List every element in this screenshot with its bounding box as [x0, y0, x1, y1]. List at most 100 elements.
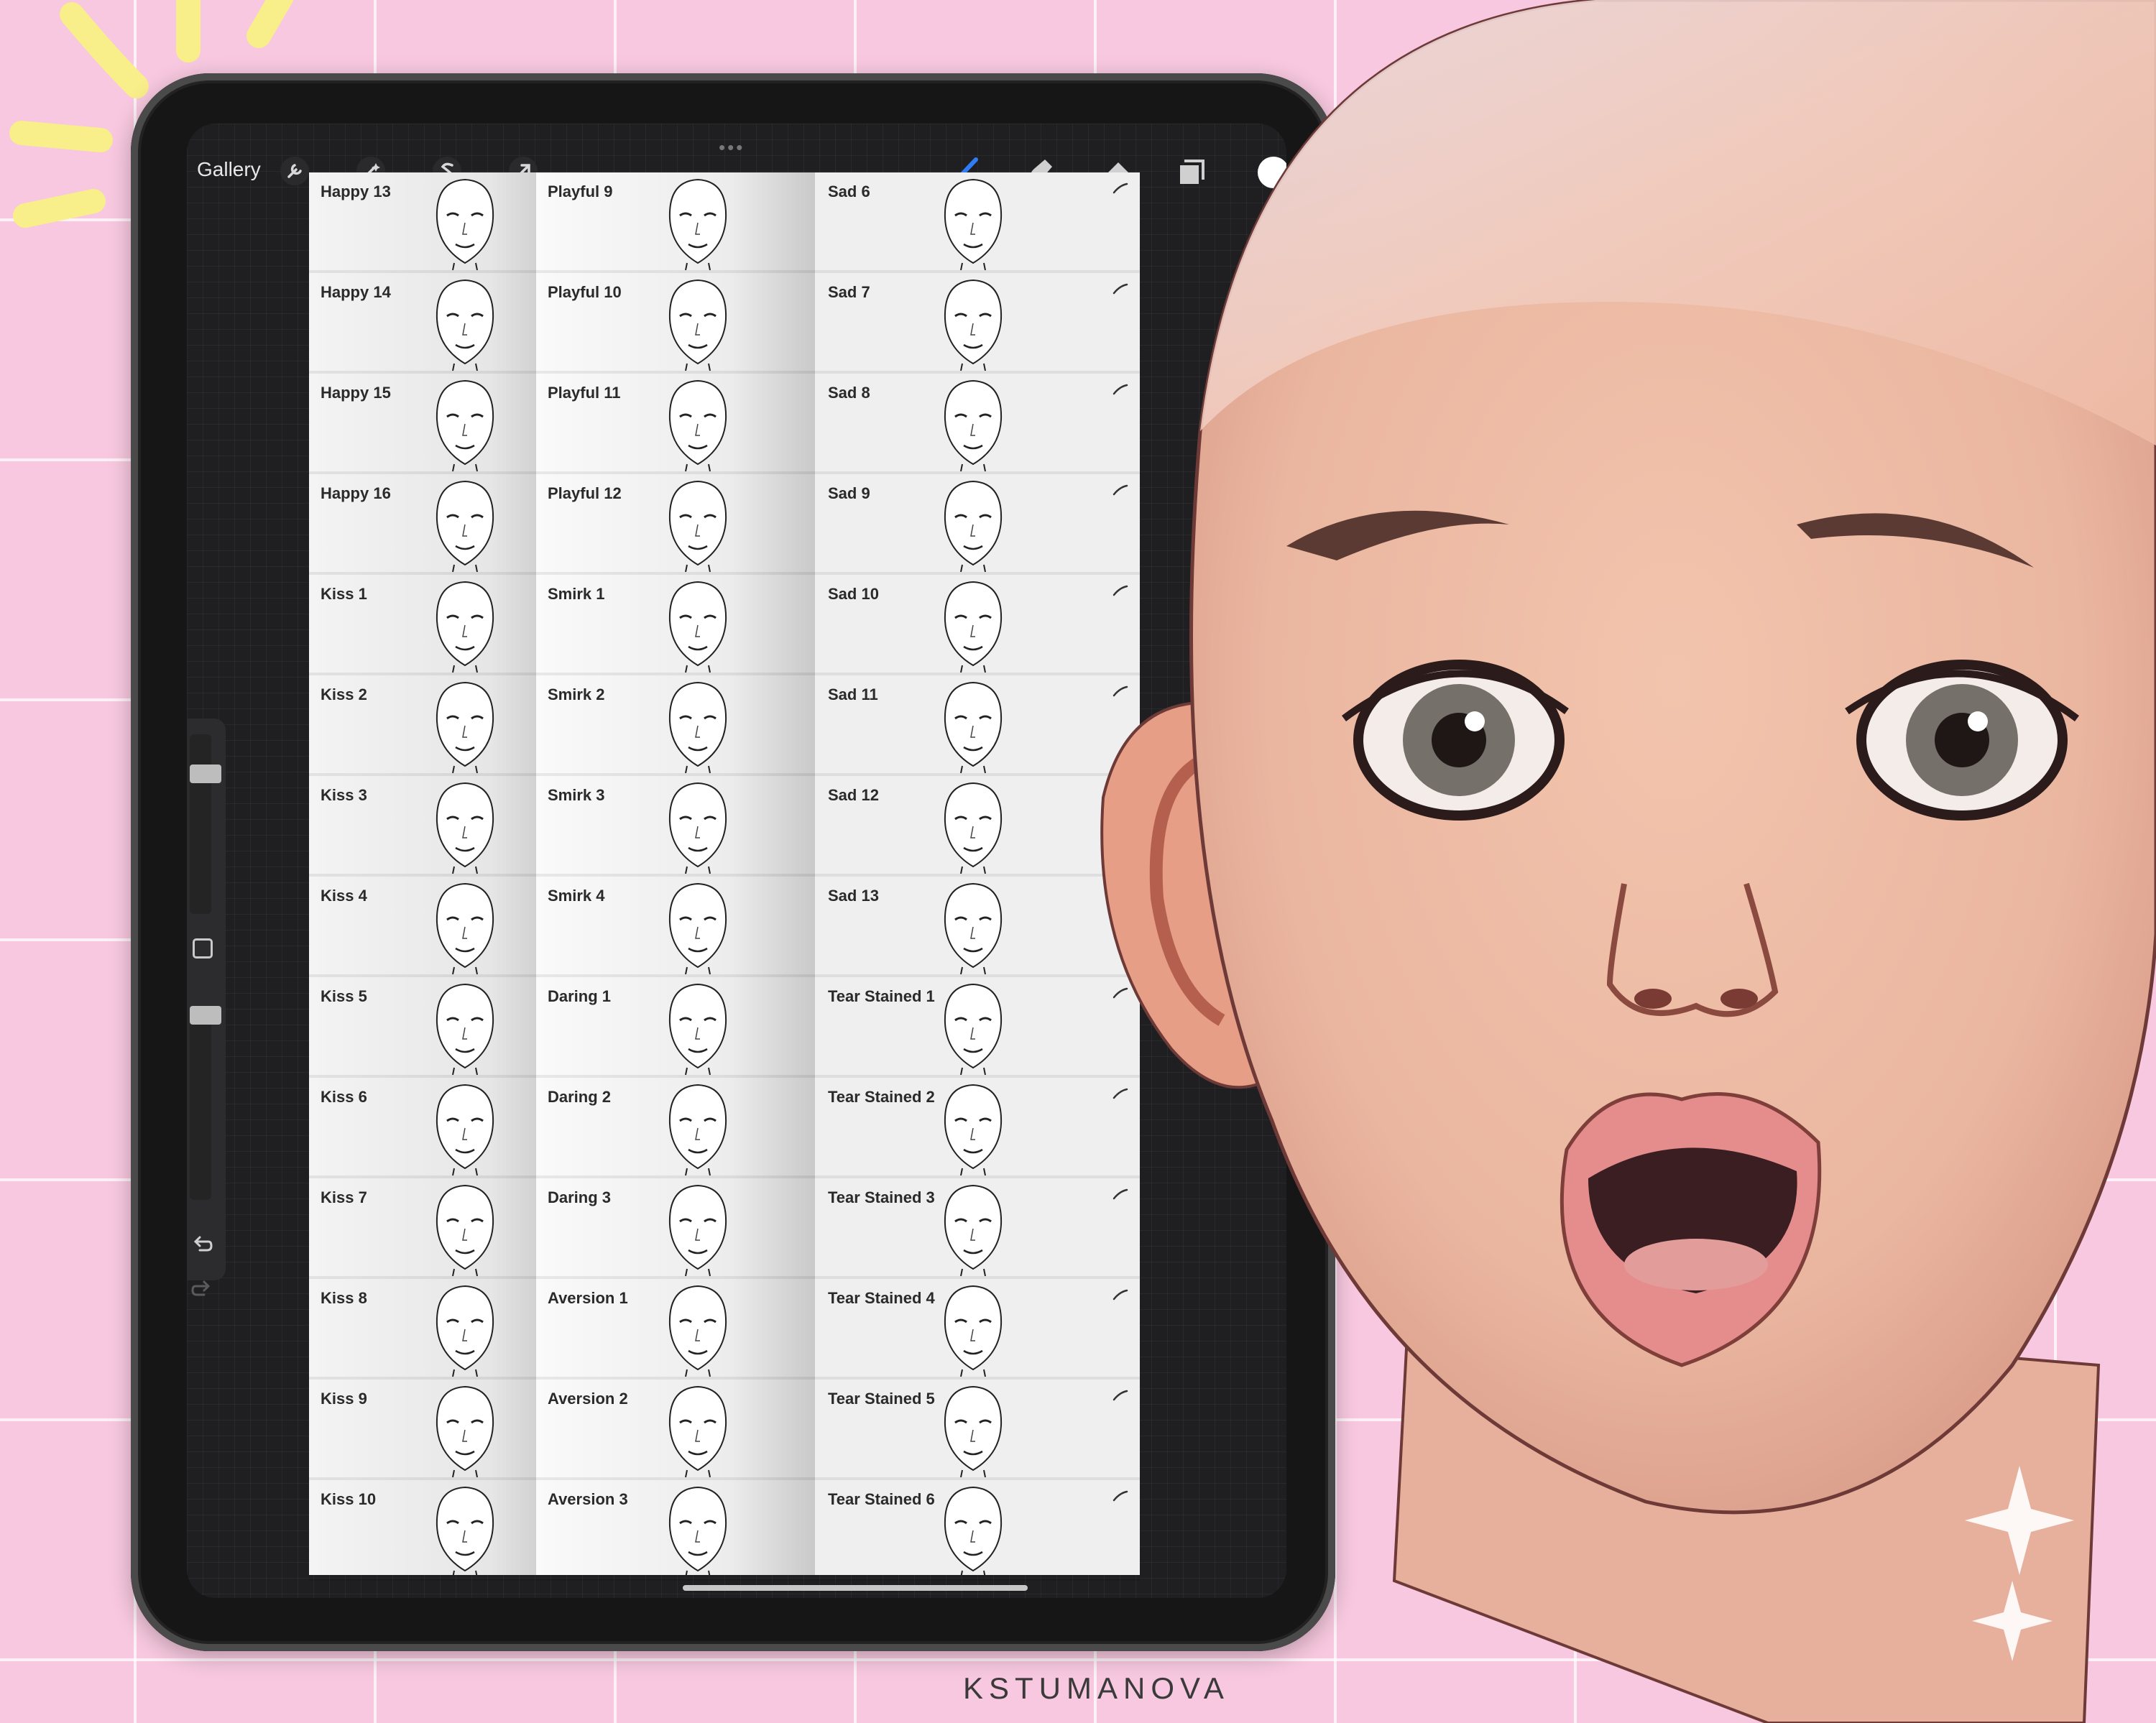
brush-cell[interactable]: Aversion 1 — [536, 1279, 815, 1380]
face-sketch-preview — [668, 882, 727, 974]
face-sketch-preview — [944, 882, 1003, 974]
brush-cell[interactable]: Kiss 3 — [309, 776, 536, 877]
face-sketch-preview — [668, 379, 727, 471]
brush-cell[interactable]: Happy 13 — [309, 172, 536, 273]
face-sketch-preview — [944, 379, 1003, 471]
face-sketch-preview — [944, 1184, 1003, 1276]
brush-name: Playful 10 — [548, 283, 622, 301]
face-sketch-preview — [436, 1184, 494, 1276]
face-sketch-preview — [668, 581, 727, 673]
face-sketch-preview — [944, 1285, 1003, 1377]
wrench-icon[interactable] — [279, 155, 310, 187]
brush-cell[interactable]: Kiss 5 — [309, 977, 536, 1078]
face-sketch-preview — [436, 1285, 494, 1377]
brush-name: Aversion 2 — [548, 1390, 628, 1408]
brush-name: Sad 9 — [828, 484, 870, 502]
surprised-face-illustration — [1100, 0, 2156, 1723]
brush-cell[interactable]: Kiss 2 — [309, 675, 536, 776]
brush-name: Kiss 1 — [321, 585, 367, 603]
brush-name: Daring 2 — [548, 1088, 612, 1106]
brush-column-2: Playful 9 Playful 10 Playful 11 Playful 12 S… — [536, 172, 815, 1581]
face-sketch-preview — [668, 1184, 727, 1276]
brush-name: Sad 6 — [828, 183, 870, 200]
face-sketch-preview — [944, 983, 1003, 1075]
brush-name: Kiss 7 — [321, 1188, 367, 1206]
brush-cell[interactable]: Playful 11 — [536, 374, 815, 474]
brush-name: Playful 11 — [548, 384, 621, 402]
face-sketch-preview — [944, 1385, 1003, 1477]
brush-cell[interactable]: Kiss 7 — [309, 1178, 536, 1279]
brush-cell[interactable]: Playful 9 — [536, 172, 815, 273]
brush-cell[interactable]: Smirk 3 — [536, 776, 815, 877]
brush-cell[interactable]: Daring 2 — [536, 1078, 815, 1178]
brush-cell[interactable]: Smirk 4 — [536, 877, 815, 977]
face-sketch-preview — [436, 681, 494, 773]
brush-name: Smirk 3 — [548, 786, 605, 804]
face-sketch-preview — [436, 983, 494, 1075]
face-sketch-preview — [668, 1486, 727, 1578]
brush-name: Kiss 9 — [321, 1390, 367, 1408]
opacity-slider[interactable] — [190, 1006, 221, 1200]
brush-name: Daring 1 — [548, 987, 612, 1005]
brush-name: Sad 8 — [828, 384, 870, 402]
brush-name: Smirk 2 — [548, 685, 605, 703]
face-sketch-preview — [668, 178, 727, 270]
brush-cell[interactable]: Playful 12 — [536, 474, 815, 575]
opacity-handle[interactable] — [190, 1006, 221, 1025]
brush-cell[interactable]: Smirk 1 — [536, 575, 815, 675]
brush-name: Tear Stained 1 — [828, 987, 935, 1005]
brush-name: Playful 9 — [548, 183, 613, 200]
brush-cell[interactable]: Kiss 8 — [309, 1279, 536, 1380]
brush-size-handle[interactable] — [190, 765, 221, 783]
brush-name: Happy 14 — [321, 283, 391, 301]
brush-size-slider[interactable] — [190, 734, 221, 914]
face-sketch-preview — [436, 379, 494, 471]
face-sketch-preview — [436, 581, 494, 673]
brush-name: Tear Stained 4 — [828, 1289, 935, 1307]
brush-name: Sad 12 — [828, 786, 879, 804]
brush-name: Playful 12 — [548, 484, 622, 502]
brush-cell[interactable]: Daring 3 — [536, 1178, 815, 1279]
brush-cell[interactable]: Kiss 9 — [309, 1380, 536, 1480]
brush-cell[interactable]: Kiss 6 — [309, 1078, 536, 1178]
gallery-button[interactable]: Gallery — [197, 158, 261, 181]
brush-name: Sad 10 — [828, 585, 879, 603]
brush-column-1: Happy 13 Happy 14 Happy 15 Happy 16 Kiss 1 Ki… — [309, 172, 536, 1581]
brush-cell[interactable]: Playful 10 — [536, 273, 815, 374]
brush-cell[interactable]: Daring 1 — [536, 977, 815, 1078]
brush-cell[interactable]: Happy 15 — [309, 374, 536, 474]
face-sketch-preview — [668, 1385, 727, 1477]
face-sketch-preview — [436, 1486, 494, 1578]
brush-cell[interactable]: Happy 14 — [309, 273, 536, 374]
face-sketch-preview — [944, 1084, 1003, 1175]
face-sketch-preview — [436, 882, 494, 974]
brush-name: Kiss 10 — [321, 1490, 377, 1508]
brush-name: Aversion 3 — [548, 1490, 628, 1508]
face-sketch-preview — [668, 983, 727, 1075]
brush-cell[interactable]: Happy 16 — [309, 474, 536, 575]
brush-cell[interactable]: Kiss 10 — [309, 1480, 536, 1581]
face-sketch-preview — [668, 1285, 727, 1377]
face-sketch-preview — [944, 480, 1003, 572]
brush-name: Sad 13 — [828, 887, 879, 905]
brush-name: Happy 16 — [321, 484, 391, 502]
left-sidebar — [187, 719, 226, 1296]
brush-name: Kiss 6 — [321, 1088, 367, 1106]
undo-icon[interactable] — [190, 1233, 214, 1257]
face-sketch-preview — [436, 279, 494, 371]
brush-cell[interactable]: Kiss 4 — [309, 877, 536, 977]
more-options-dots[interactable]: ••• — [719, 137, 745, 159]
brush-cell[interactable]: Aversion 3 — [536, 1480, 815, 1581]
brush-cell[interactable]: Smirk 2 — [536, 675, 815, 776]
brush-name: Tear Stained 2 — [828, 1088, 935, 1106]
brush-cell[interactable]: Aversion 2 — [536, 1380, 815, 1480]
face-sketch-preview — [668, 681, 727, 773]
face-sketch-preview — [668, 480, 727, 572]
modify-square-icon[interactable] — [193, 938, 213, 958]
face-sketch-preview — [944, 1486, 1003, 1578]
redo-icon[interactable] — [190, 1278, 214, 1302]
face-sketch-preview — [668, 782, 727, 874]
brush-cell[interactable]: Kiss 1 — [309, 575, 536, 675]
face-sketch-preview — [436, 178, 494, 270]
home-indicator[interactable] — [683, 1585, 1028, 1591]
